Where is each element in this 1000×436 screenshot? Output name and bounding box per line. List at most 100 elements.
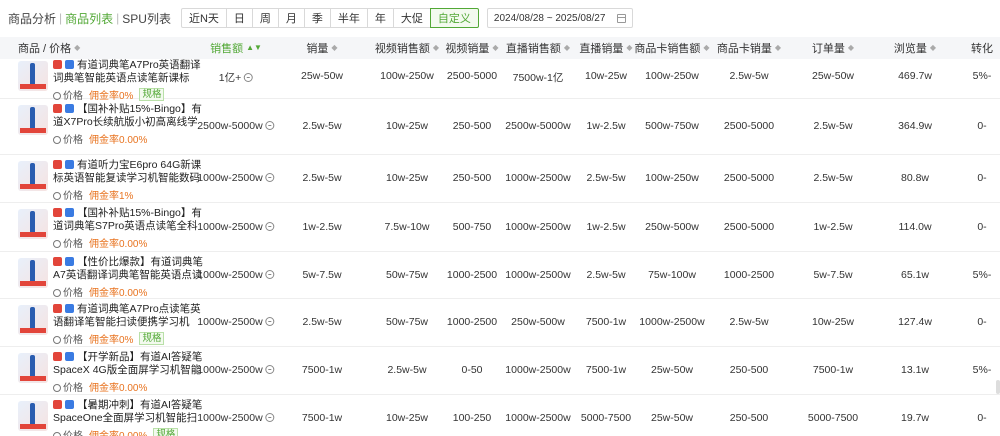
cell-value: 1000w-2500w [505, 269, 571, 281]
sort-icon[interactable]: ◆ [930, 44, 936, 52]
cell-value: 10w-25w [385, 412, 429, 424]
column-header-0[interactable]: 商品 / 价格 ◆ [18, 37, 80, 59]
cell-销量: 1w-2.5w [302, 221, 341, 233]
trend-info-icon[interactable] [265, 365, 275, 374]
product-cell: 有道听力宝E6pro 64G新课标英语智能复读学习机智能数码好物价格佣金率1% [16, 155, 216, 202]
tab-product-list[interactable]: 商品列表 [65, 10, 113, 27]
price-info-icon [53, 192, 61, 200]
column-header-3[interactable]: 视频销售额 ◆ [375, 37, 439, 59]
price-toggle[interactable]: 价格 [53, 427, 83, 436]
column-header-4[interactable]: 视频销量 ◆ [445, 37, 498, 59]
product-thumbnail[interactable] [18, 105, 48, 135]
trend-info-icon[interactable] [265, 413, 275, 422]
range-button-5[interactable]: 半年 [329, 8, 368, 28]
cell-value: 1000w-2500w [197, 172, 263, 184]
product-name-link[interactable]: 【暑期冲刺】有道AI答疑笔SpaceOne全面屏学习机智能扫读英语… [53, 399, 203, 424]
product-name-link[interactable]: 【性价比爆款】有道词典笔A7英语翻译词典笔智能英语点读笔… [53, 256, 203, 281]
range-button-7[interactable]: 大促 [392, 8, 431, 28]
shop-badge-icon [65, 257, 74, 266]
spec-tag[interactable]: 规格 [153, 428, 179, 436]
commission-rate: 佣金率1% [89, 191, 134, 202]
sort-icon[interactable]: ▲▼ [246, 44, 262, 52]
table-row[interactable]: 有道词典笔A7Pro英语翻译词典笔智能英语点读笔新课标 价格 佣金率0% 规格 1亿+ 2… [0, 59, 1000, 102]
product-name-link[interactable]: 有道词典笔A7Pro英语翻译词典笔智能英语点读笔新课标 [53, 59, 203, 84]
product-name-link[interactable]: 有道听力宝E6pro 64G新课标英语智能复读学习机智能数码好物 [53, 159, 203, 184]
column-header-11[interactable]: 转化 [971, 37, 993, 59]
price-label: 价格 [63, 335, 83, 346]
column-header-1[interactable]: 销售额 ▲▼ [210, 37, 262, 59]
price-toggle[interactable]: 价格 [53, 131, 83, 146]
range-button-1[interactable]: 日 [225, 8, 253, 28]
product-name-link[interactable]: 【国补补贴15%-Bingo】有道X7Pro长续航版小初高离线学习笔翻… [53, 103, 203, 128]
cell-value: 2.5w-5w [302, 316, 342, 328]
product-thumbnail[interactable] [18, 353, 48, 383]
cell-商品卡销量: 2.5w-5w [729, 70, 768, 82]
table-row[interactable]: 【国补补贴15%-Bingo】有道词典笔S7Pro英语点读笔全科视频… 价格佣金率… [0, 203, 1000, 252]
product-thumbnail[interactable] [18, 305, 48, 335]
product-thumbnail[interactable] [18, 258, 48, 288]
scrollbar[interactable] [996, 380, 1000, 394]
trend-info-icon[interactable] [265, 121, 275, 130]
product-name: 【国补补贴15%-Bingo】有道X7Pro长续航版小初高离线学习笔翻… [53, 103, 202, 128]
product-name-link[interactable]: 有道词典笔A7Pro点读笔英语翻译笔智能扫读便携学习机 [53, 303, 203, 328]
column-header-label: 视频销量 [445, 43, 490, 55]
product-name: 有道词典笔A7Pro点读笔英语翻译笔智能扫读便携学习机 [53, 303, 201, 328]
range-button-4[interactable]: 季 [303, 8, 331, 28]
trend-info-icon[interactable] [265, 222, 275, 231]
column-header-2[interactable]: 销量 ◆ [306, 37, 337, 59]
price-toggle[interactable]: 价格 [53, 284, 83, 299]
price-toggle[interactable]: 价格 [53, 187, 83, 202]
product-thumbnail[interactable] [18, 61, 48, 91]
tab-product-analysis[interactable]: 商品分析 [8, 10, 56, 27]
trend-info-icon[interactable] [265, 173, 275, 182]
table-row[interactable]: 有道听力宝E6pro 64G新课标英语智能复读学习机智能数码好物价格佣金率1%1… [0, 155, 1000, 203]
price-toggle[interactable]: 价格 [53, 331, 83, 346]
column-header-10[interactable]: 浏览量 ◆ [894, 37, 936, 59]
cell-value: 25w-50w [650, 412, 694, 424]
cell-视频销量: 500-750 [453, 221, 492, 233]
table-row[interactable]: 【性价比爆款】有道词典笔A7英语翻译词典笔智能英语点读笔… 价格佣金率0.00% 1… [0, 252, 1000, 299]
cell-value: 25w-50w [650, 364, 694, 376]
price-toggle[interactable]: 价格 [53, 379, 83, 394]
tab-spu-list[interactable]: SPU列表 [122, 10, 171, 27]
sort-icon[interactable]: ◆ [74, 44, 80, 52]
column-header-8[interactable]: 商品卡销量 ◆ [717, 37, 781, 59]
date-range-picker[interactable]: 2024/08/28 ~ 2025/08/27 [486, 8, 633, 28]
product-thumbnail[interactable] [18, 161, 48, 191]
column-header-9[interactable]: 订单量 ◆ [812, 37, 854, 59]
column-header-label: 订单量 [811, 43, 845, 55]
trend-info-icon[interactable] [265, 317, 275, 326]
range-button-0[interactable]: 近N天 [180, 8, 227, 28]
sort-icon[interactable]: ◆ [331, 44, 337, 52]
sort-icon[interactable]: ◆ [433, 44, 439, 52]
table-row[interactable]: 【开学新品】有道AI答疑笔SpaceX 4G版全面屏学习机智能英语… 价格佣金率0… [0, 347, 1000, 395]
range-button-2[interactable]: 周 [251, 8, 279, 28]
cell-value: 0- [977, 221, 987, 233]
product-thumbnail[interactable] [18, 401, 48, 431]
column-header-label: 直播销量 [579, 43, 624, 55]
table-row[interactable]: 【暑期冲刺】有道AI答疑笔SpaceOne全面屏学习机智能扫读英语… 价格 佣金率0… [0, 395, 1000, 436]
trend-info-icon[interactable] [265, 270, 275, 279]
range-button-6[interactable]: 年 [366, 8, 394, 28]
sort-icon[interactable]: ◆ [492, 44, 498, 52]
sort-icon[interactable]: ◆ [564, 44, 570, 52]
cell-浏览量: 127.4w [898, 316, 932, 328]
product-name-link[interactable]: 【国补补贴15%-Bingo】有道词典笔S7Pro英语点读笔全科视频… [53, 207, 203, 232]
table-row[interactable]: 【国补补贴15%-Bingo】有道X7Pro长续航版小初高离线学习笔翻… 价格佣金… [0, 99, 1000, 155]
sort-icon[interactable]: ◆ [775, 44, 781, 52]
sort-icon[interactable]: ◆ [703, 44, 709, 52]
table-row[interactable]: 有道词典笔A7Pro点读笔英语翻译笔智能扫读便携学习机 价格 佣金率0% 规格 1000… [0, 299, 1000, 347]
product-name-link[interactable]: 【开学新品】有道AI答疑笔SpaceX 4G版全面屏学习机智能英语… [53, 351, 203, 376]
column-header-6[interactable]: 直播销量 ◆ [579, 37, 632, 59]
range-button-3[interactable]: 月 [277, 8, 305, 28]
column-header-7[interactable]: 商品卡销售额 ◆ [634, 37, 709, 59]
spec-tag[interactable]: 规格 [139, 332, 165, 345]
column-header-label: 销售额 [210, 43, 244, 55]
sort-icon[interactable]: ◆ [848, 44, 854, 52]
column-header-5[interactable]: 直播销售额 ◆ [506, 37, 570, 59]
price-toggle[interactable]: 价格 [53, 235, 83, 250]
product-thumbnail[interactable] [18, 209, 48, 239]
trend-info-icon[interactable] [244, 73, 254, 82]
range-button-8[interactable]: 自定义 [429, 8, 479, 28]
sort-icon[interactable]: ◆ [626, 44, 632, 52]
